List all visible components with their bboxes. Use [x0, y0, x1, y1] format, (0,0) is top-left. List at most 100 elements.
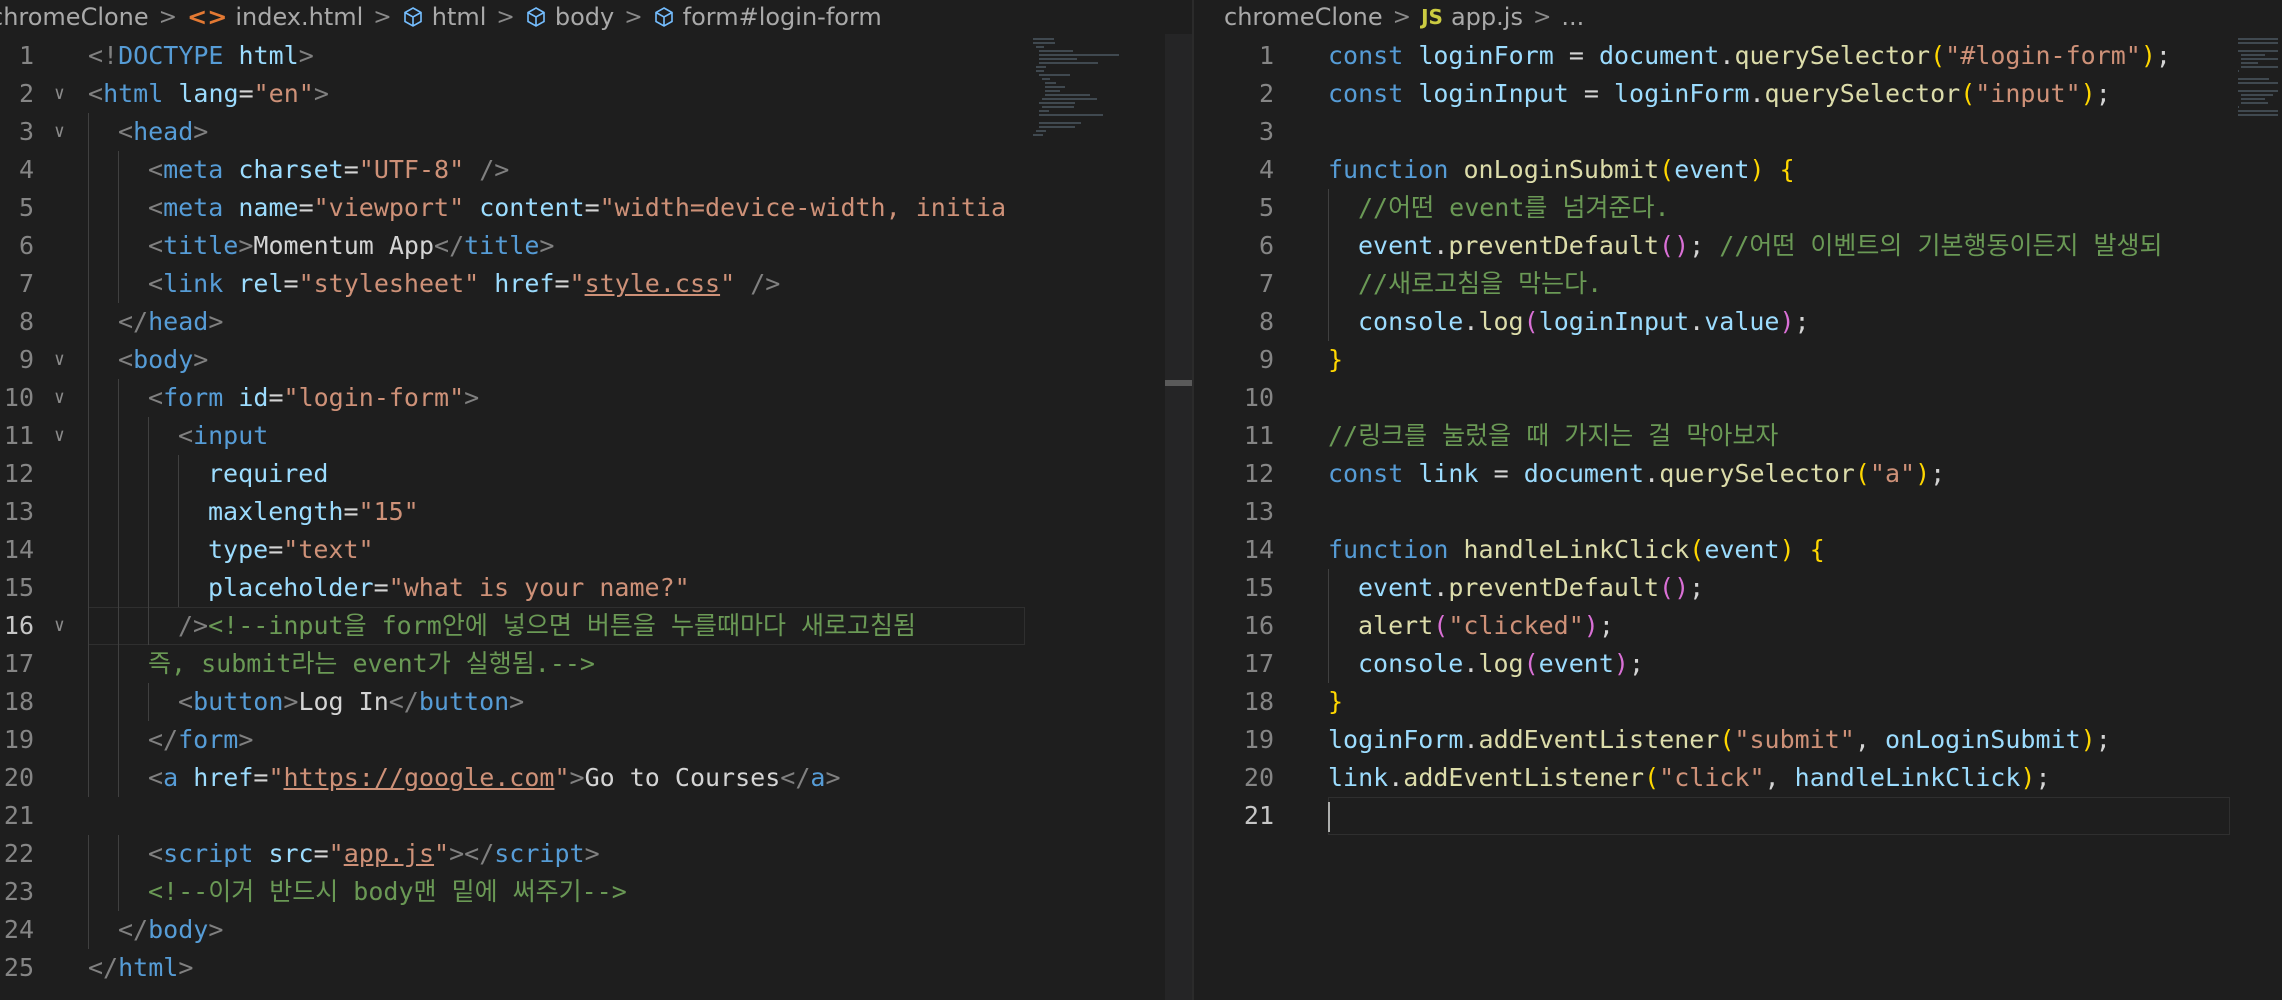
code-text[interactable]: function handleLinkClick(event) {: [1328, 531, 1825, 569]
code-text[interactable]: <title>Momentum App</title>: [148, 227, 554, 265]
code-text[interactable]: <meta charset="UTF-8" />: [148, 151, 509, 189]
code-line[interactable]: 6 <title>Momentum App</title>: [0, 227, 1025, 265]
fold-chevron-icon[interactable]: ∨: [54, 379, 65, 417]
line-number[interactable]: 7: [1236, 265, 1274, 303]
code-text[interactable]: <head>: [118, 113, 208, 151]
breadcrumb-folder[interactable]: chromeClone: [1224, 3, 1383, 31]
code-line[interactable]: 21: [1194, 797, 2230, 835]
code-line[interactable]: 2 ∨ <html lang="en">: [0, 75, 1025, 113]
minimap[interactable]: [1025, 34, 1165, 1000]
code-line[interactable]: 4 <meta charset="UTF-8" />: [0, 151, 1025, 189]
code-line[interactable]: 24 </body>: [0, 911, 1025, 949]
code-text[interactable]: <input: [178, 417, 268, 455]
code-line[interactable]: 12 required: [0, 455, 1025, 493]
line-number[interactable]: 11: [1236, 417, 1274, 455]
line-number[interactable]: 14: [0, 531, 34, 569]
code-text[interactable]: console.log(event);: [1358, 645, 1644, 683]
code-text[interactable]: </body>: [118, 911, 223, 949]
line-number[interactable]: 4: [0, 151, 34, 189]
code-text[interactable]: console.log(loginInput.value);: [1358, 303, 1810, 341]
line-number[interactable]: 10: [0, 379, 34, 417]
breadcrumb-symbol[interactable]: body: [555, 3, 614, 31]
code-line[interactable]: 15 placeholder="what is your name?": [0, 569, 1025, 607]
code-line[interactable]: 1 <!DOCTYPE html>: [0, 37, 1025, 75]
line-number[interactable]: 23: [0, 873, 34, 911]
code-line[interactable]: 15 event.preventDefault();: [1194, 569, 2230, 607]
line-number[interactable]: 24: [0, 911, 34, 949]
code-line[interactable]: 18}: [1194, 683, 2230, 721]
line-number[interactable]: 13: [1236, 493, 1274, 531]
line-number[interactable]: 16: [0, 607, 34, 645]
code-text[interactable]: loginForm.addEventListener("submit", onL…: [1328, 721, 2111, 759]
line-number[interactable]: 14: [1236, 531, 1274, 569]
line-number[interactable]: 20: [1236, 759, 1274, 797]
code-text[interactable]: event.preventDefault(); //어떤 이벤트의 기본행동이든…: [1358, 227, 2163, 265]
fold-chevron-icon[interactable]: ∨: [54, 75, 65, 113]
code-text[interactable]: <a href="https://google.com">Go to Cours…: [148, 759, 841, 797]
code-text[interactable]: <button>Log In</button>: [178, 683, 524, 721]
line-number[interactable]: 4: [1236, 151, 1274, 189]
code-text[interactable]: <html lang="en">: [88, 75, 329, 113]
line-number[interactable]: 1: [0, 37, 34, 75]
breadcrumb-folder[interactable]: chromeClone: [0, 3, 149, 31]
breadcrumb-symbol[interactable]: html: [432, 3, 487, 31]
line-number[interactable]: 21: [1236, 797, 1274, 835]
code-line[interactable]: 14 function handleLinkClick(event) {: [1194, 531, 2230, 569]
fold-chevron-icon[interactable]: ∨: [54, 607, 65, 645]
code-line[interactable]: 3: [1194, 113, 2230, 151]
line-number[interactable]: 16: [1236, 607, 1274, 645]
line-number[interactable]: 8: [0, 303, 34, 341]
line-number[interactable]: 8: [1236, 303, 1274, 341]
code-text[interactable]: /><!--input을 form안에 넣으면 버튼을 누를때마다 새로고침됨: [178, 607, 916, 645]
code-text[interactable]: const loginInput = loginForm.querySelect…: [1328, 75, 2111, 113]
code-line[interactable]: 21: [0, 797, 1025, 835]
code-text[interactable]: <script src="app.js"></script>: [148, 835, 600, 873]
code-text[interactable]: }: [1328, 683, 1343, 721]
code-text[interactable]: const loginForm = document.querySelector…: [1328, 37, 2171, 75]
code-text[interactable]: //새로고침을 막는다.: [1358, 265, 1602, 303]
code-text[interactable]: type="text": [208, 531, 374, 569]
line-number[interactable]: 2: [0, 75, 34, 113]
code-line[interactable]: 16 alert("clicked");: [1194, 607, 2230, 645]
code-line[interactable]: 19 </form>: [0, 721, 1025, 759]
line-number[interactable]: 10: [1236, 379, 1274, 417]
line-number[interactable]: 20: [0, 759, 34, 797]
code-line[interactable]: 18 <button>Log In</button>: [0, 683, 1025, 721]
breadcrumb-file[interactable]: app.js: [1451, 3, 1523, 31]
code-text[interactable]: <link rel="stylesheet" href="style.css" …: [148, 265, 780, 303]
code-line[interactable]: 22 <script src="app.js"></script>: [0, 835, 1025, 873]
line-number[interactable]: 21: [0, 797, 34, 835]
code-line[interactable]: 9}: [1194, 341, 2230, 379]
code-text[interactable]: alert("clicked");: [1358, 607, 1614, 645]
code-line[interactable]: 11 ∨ <input: [0, 417, 1025, 455]
code-text[interactable]: <!DOCTYPE html>: [88, 37, 314, 75]
code-line[interactable]: 11 //링크를 눌렀을 때 가지는 걸 막아보자: [1194, 417, 2230, 455]
left-editor-pane[interactable]: chromeClone > <> index.html > html > bod…: [0, 0, 1192, 1000]
code-line[interactable]: 10: [1194, 379, 2230, 417]
code-text[interactable]: </form>: [148, 721, 253, 759]
code-line[interactable]: 19 loginForm.addEventListener("submit", o…: [1194, 721, 2230, 759]
code-text[interactable]: const link = document.querySelector("a")…: [1328, 455, 1945, 493]
line-number[interactable]: 15: [0, 569, 34, 607]
line-number[interactable]: 13: [0, 493, 34, 531]
code-line[interactable]: 13 maxlength="15": [0, 493, 1025, 531]
fold-chevron-icon[interactable]: ∨: [54, 341, 65, 379]
scrollbar-thumb[interactable]: [1165, 380, 1192, 386]
breadcrumb-file[interactable]: index.html: [235, 3, 363, 31]
line-number[interactable]: 18: [0, 683, 34, 721]
code-line[interactable]: 4 function onLoginSubmit(event) {: [1194, 151, 2230, 189]
code-text[interactable]: link.addEventListener("click", handleLin…: [1328, 759, 2051, 797]
code-text[interactable]: </head>: [118, 303, 223, 341]
line-number[interactable]: 22: [0, 835, 34, 873]
code-area[interactable]: 1 const loginForm = document.querySelecto…: [1194, 37, 2230, 1000]
code-line[interactable]: 16 ∨ /><!--input을 form안에 넣으면 버튼을 누를때마다 새로고…: [0, 607, 1025, 645]
code-line[interactable]: 10 ∨ <form id="login-form">: [0, 379, 1025, 417]
code-line[interactable]: 9 ∨ <body>: [0, 341, 1025, 379]
code-line[interactable]: 5 <meta name="viewport" content="width=de…: [0, 189, 1025, 227]
code-text[interactable]: <form id="login-form">: [148, 379, 479, 417]
code-line[interactable]: 5 //어떤 event를 넘겨준다.: [1194, 189, 2230, 227]
code-line[interactable]: 8 console.log(loginInput.value);: [1194, 303, 2230, 341]
code-line[interactable]: 7 //새로고침을 막는다.: [1194, 265, 2230, 303]
line-number[interactable]: 12: [0, 455, 34, 493]
line-number[interactable]: 12: [1236, 455, 1274, 493]
